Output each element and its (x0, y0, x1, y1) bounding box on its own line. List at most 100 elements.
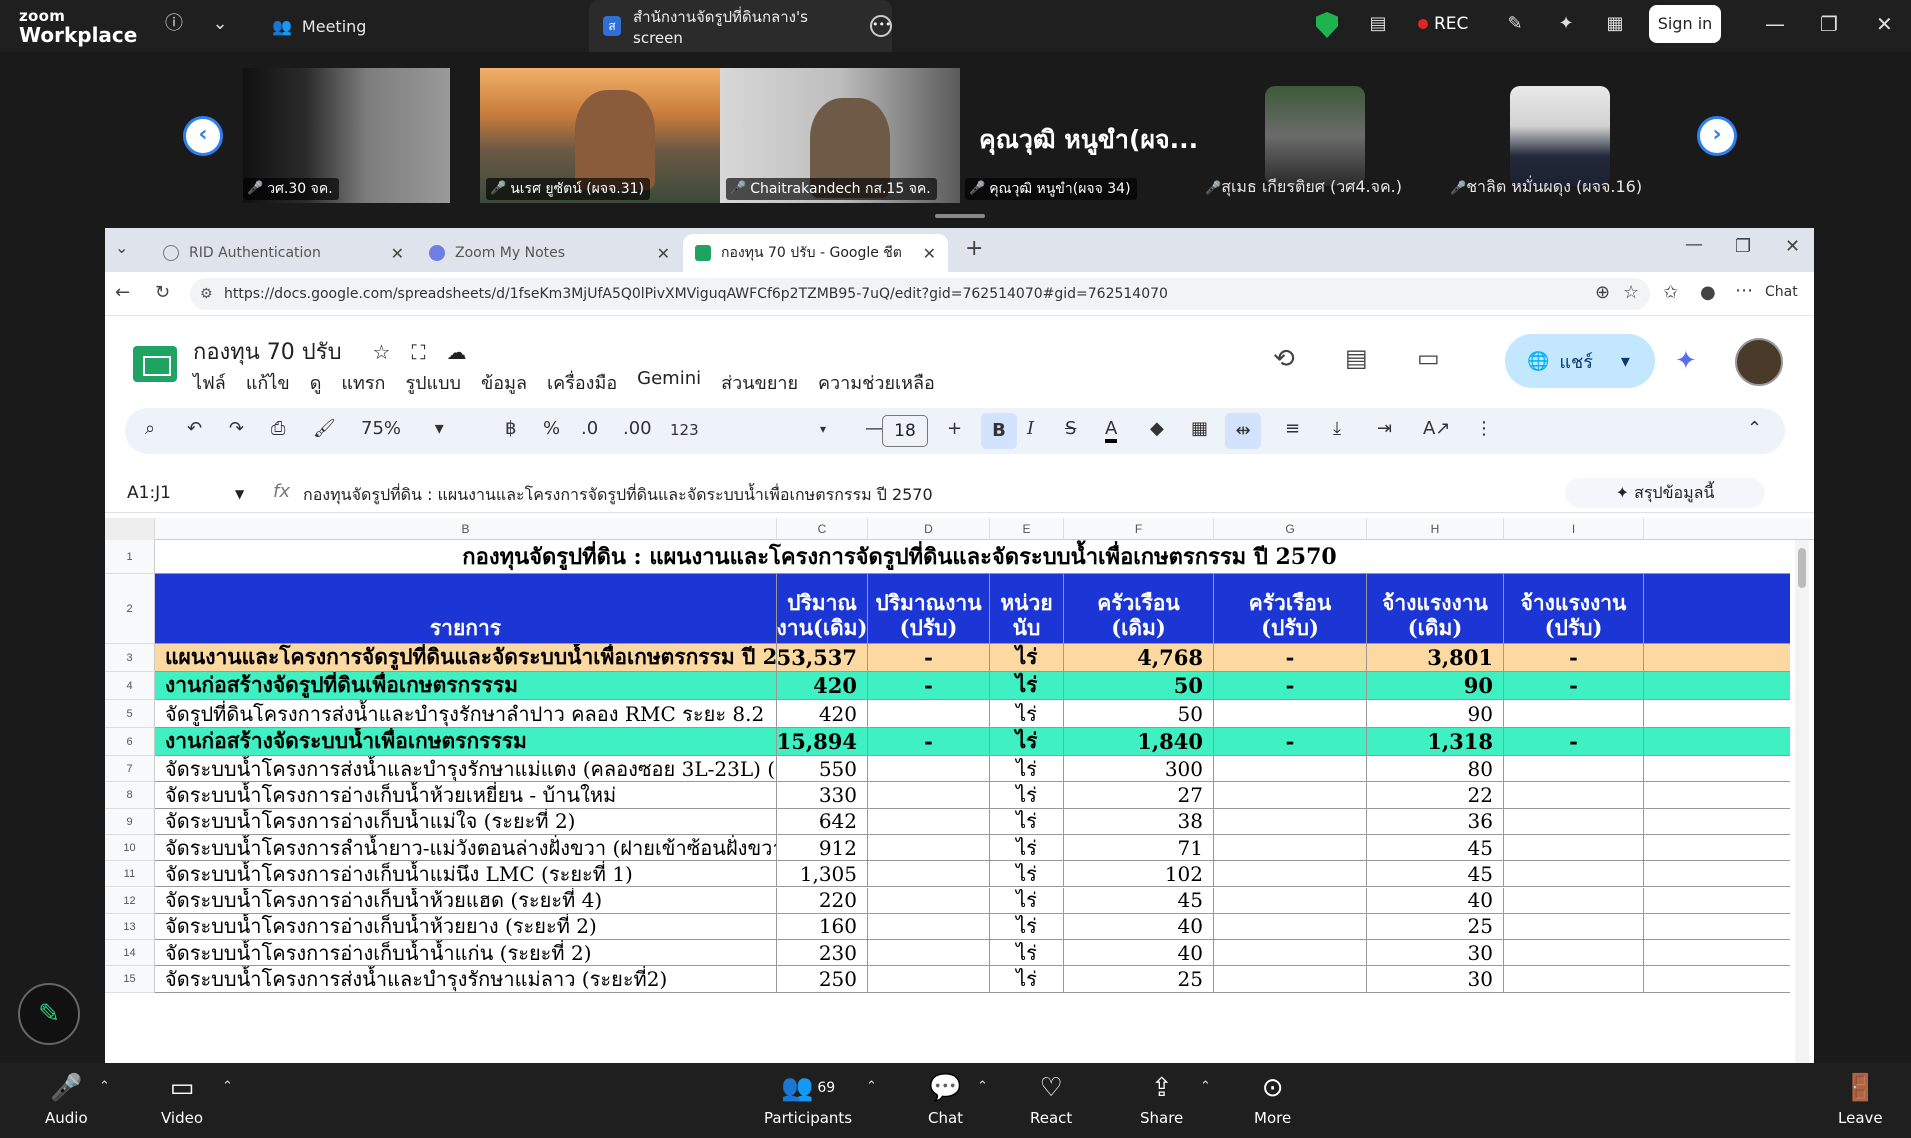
table-cell[interactable]: ไร่ (990, 808, 1064, 834)
browser-minimize-icon[interactable]: — (1685, 234, 1703, 255)
table-cell[interactable]: 30 (1367, 966, 1504, 992)
percent-icon[interactable]: % (543, 418, 560, 439)
share-screen-button[interactable]: ⇪ Share (1140, 1073, 1183, 1127)
table-cell[interactable]: 36 (1367, 808, 1504, 834)
chat-button[interactable]: 💬 Chat (928, 1073, 963, 1127)
video-button[interactable]: ▭ Video (161, 1073, 203, 1127)
redo-icon[interactable]: ↷ (229, 418, 244, 439)
table-cell[interactable] (868, 913, 990, 940)
increase-decimal-icon[interactable]: .00 (623, 418, 652, 439)
table-cell[interactable] (1504, 700, 1644, 727)
table-cell[interactable]: - (1504, 728, 1644, 755)
formula-input[interactable]: กองทุนจัดรูปที่ดิน : แผนงานและโครงการจัด… (303, 483, 933, 508)
table-cell[interactable] (868, 861, 990, 887)
next-page-icon[interactable]: › (1697, 116, 1737, 156)
header-cell[interactable]: ครัวเรือน (เดิม) (1064, 574, 1214, 643)
table-cell[interactable]: ไร่ (990, 644, 1064, 671)
table-cell[interactable] (868, 940, 990, 966)
table-cell[interactable] (868, 808, 990, 834)
participant-video-tile[interactable]: 🎤 คุณวุฒิ หนูขำ(ผจจ 34) (960, 68, 1180, 203)
table-cell[interactable]: - (1504, 644, 1644, 671)
info-icon[interactable]: ⓘ (162, 12, 186, 36)
table-cell[interactable] (1504, 756, 1644, 782)
browser-menu-icon[interactable]: ⋯ (1735, 280, 1753, 301)
menu-extensions[interactable]: ส่วนขยาย (721, 368, 798, 397)
table-cell[interactable]: จัดระบบน้ำโครงการอ่างเก็บน้ำห้วยยาง (ระย… (155, 913, 777, 940)
notes-icon[interactable]: ▤ (1366, 12, 1390, 36)
table-cell[interactable] (1504, 887, 1644, 913)
col-header-c[interactable]: C (777, 518, 868, 540)
table-cell[interactable] (1214, 913, 1367, 940)
table-cell[interactable]: จัดระบบน้ำโครงการอ่างเก็บน้ำห้วยแฮด (ระย… (155, 887, 777, 913)
table-cell[interactable] (868, 700, 990, 727)
borders-icon[interactable]: ▦ (1191, 418, 1208, 439)
more-tools-icon[interactable]: ⋮ (1475, 418, 1493, 439)
row-number[interactable]: 15 (105, 966, 155, 993)
table-cell[interactable]: 40 (1064, 940, 1214, 966)
table-cell[interactable]: 160 (777, 913, 868, 940)
table-cell[interactable]: จัดระบบน้ำโครงการอ่างเก็บน้ำน้ำแก่น (ระย… (155, 940, 777, 966)
table-cell[interactable]: ไร่ (990, 966, 1064, 992)
tab-rid-auth[interactable]: RID Authentication ✕ (151, 234, 416, 272)
table-cell[interactable] (1214, 756, 1367, 782)
leave-button[interactable]: 🚪 Leave (1838, 1073, 1883, 1127)
participants-options-icon[interactable]: ⌃ (866, 1079, 877, 1094)
table-cell[interactable]: 40 (1367, 887, 1504, 913)
star-icon[interactable]: ☆ (373, 340, 391, 364)
sheets-logo-icon[interactable] (133, 346, 177, 382)
table-cell[interactable]: 30 (1367, 940, 1504, 966)
table-cell[interactable] (1504, 834, 1644, 861)
table-cell[interactable]: 1,318 (1367, 728, 1504, 755)
table-cell[interactable] (868, 782, 990, 808)
ai-companion-icon[interactable]: ✦ (1554, 12, 1578, 36)
url-field[interactable]: ⚙ https://docs.google.com/spreadsheets/d… (190, 278, 1650, 310)
row-number[interactable]: 12 (105, 887, 155, 914)
table-cell[interactable]: 1,840 (1064, 728, 1214, 755)
row-number[interactable]: 11 (105, 861, 155, 888)
font-chevron-icon[interactable]: ▾ (820, 422, 826, 436)
participants-button[interactable]: 👥 69 Participants (764, 1073, 852, 1127)
annotate-icon[interactable]: ✎ (1503, 12, 1527, 36)
participant-avatar-tile[interactable]: 🎤ชาลิต หมั่นผดุง (ผจจ.16) (1450, 68, 1665, 203)
profile-icon[interactable]: ● (1700, 282, 1716, 303)
table-cell[interactable] (1504, 808, 1644, 834)
table-cell[interactable]: 550 (777, 756, 868, 782)
table-cell[interactable]: 420 (777, 672, 868, 699)
tab-zoom-notes[interactable]: Zoom My Notes ✕ (417, 234, 682, 272)
row-number[interactable]: 1 (105, 540, 155, 574)
sign-in-button[interactable]: Sign in (1649, 5, 1721, 43)
table-cell[interactable]: - (868, 644, 990, 671)
version-history-icon[interactable]: ⟲ (1273, 344, 1295, 374)
text-color-icon[interactable]: A (1105, 418, 1118, 443)
video-options-icon[interactable]: ⌃ (222, 1079, 233, 1094)
table-cell[interactable]: - (1214, 672, 1367, 699)
table-cell[interactable] (1214, 782, 1367, 808)
table-cell[interactable]: 250 (777, 966, 868, 992)
table-cell[interactable]: จัดระบบน้ำโครงการอ่างเก็บน้ำแม่ใจ (ระยะท… (155, 808, 777, 834)
shared-screen-tab[interactable]: ส สำนักงานจัดรูปที่ดินกลาง's screen ••• (589, 0, 892, 52)
restore-icon[interactable]: ❐ (1820, 12, 1838, 36)
align-icon[interactable]: ≡ (1285, 418, 1300, 439)
table-cell[interactable]: จัดรูปที่ดินโครงการส่งน้ำและบำรุงรักษาลำ… (155, 700, 777, 727)
row-number[interactable]: 10 (105, 834, 155, 862)
row-number[interactable]: 4 (105, 672, 155, 700)
header-cell[interactable]: ปริมาณงาน (ปรับ) (868, 574, 990, 643)
menu-edit[interactable]: แก้ไข (246, 368, 290, 397)
table-cell[interactable] (868, 834, 990, 861)
comments-icon[interactable]: ▤ (1345, 344, 1368, 372)
increase-font-icon[interactable]: + (947, 418, 962, 439)
tab-close-icon[interactable]: ✕ (391, 244, 404, 263)
row-number[interactable]: 6 (105, 728, 155, 756)
tab-close-icon[interactable]: ✕ (923, 244, 936, 263)
table-cell[interactable] (1504, 782, 1644, 808)
paint-format-icon[interactable]: 🖌 (313, 418, 336, 439)
zoom-lens-icon[interactable]: ⊕ (1595, 282, 1610, 303)
table-cell[interactable] (868, 756, 990, 782)
prev-page-icon[interactable]: ‹ (183, 116, 223, 156)
chevron-down-icon[interactable]: ▾ (1621, 351, 1630, 372)
header-cell[interactable]: จ้างแรงงาน (ปรับ) (1504, 574, 1644, 643)
table-cell[interactable]: 230 (777, 940, 868, 966)
table-cell[interactable] (1504, 861, 1644, 887)
menu-data[interactable]: ข้อมูล (481, 368, 527, 397)
menu-gemini[interactable]: Gemini (637, 368, 701, 397)
